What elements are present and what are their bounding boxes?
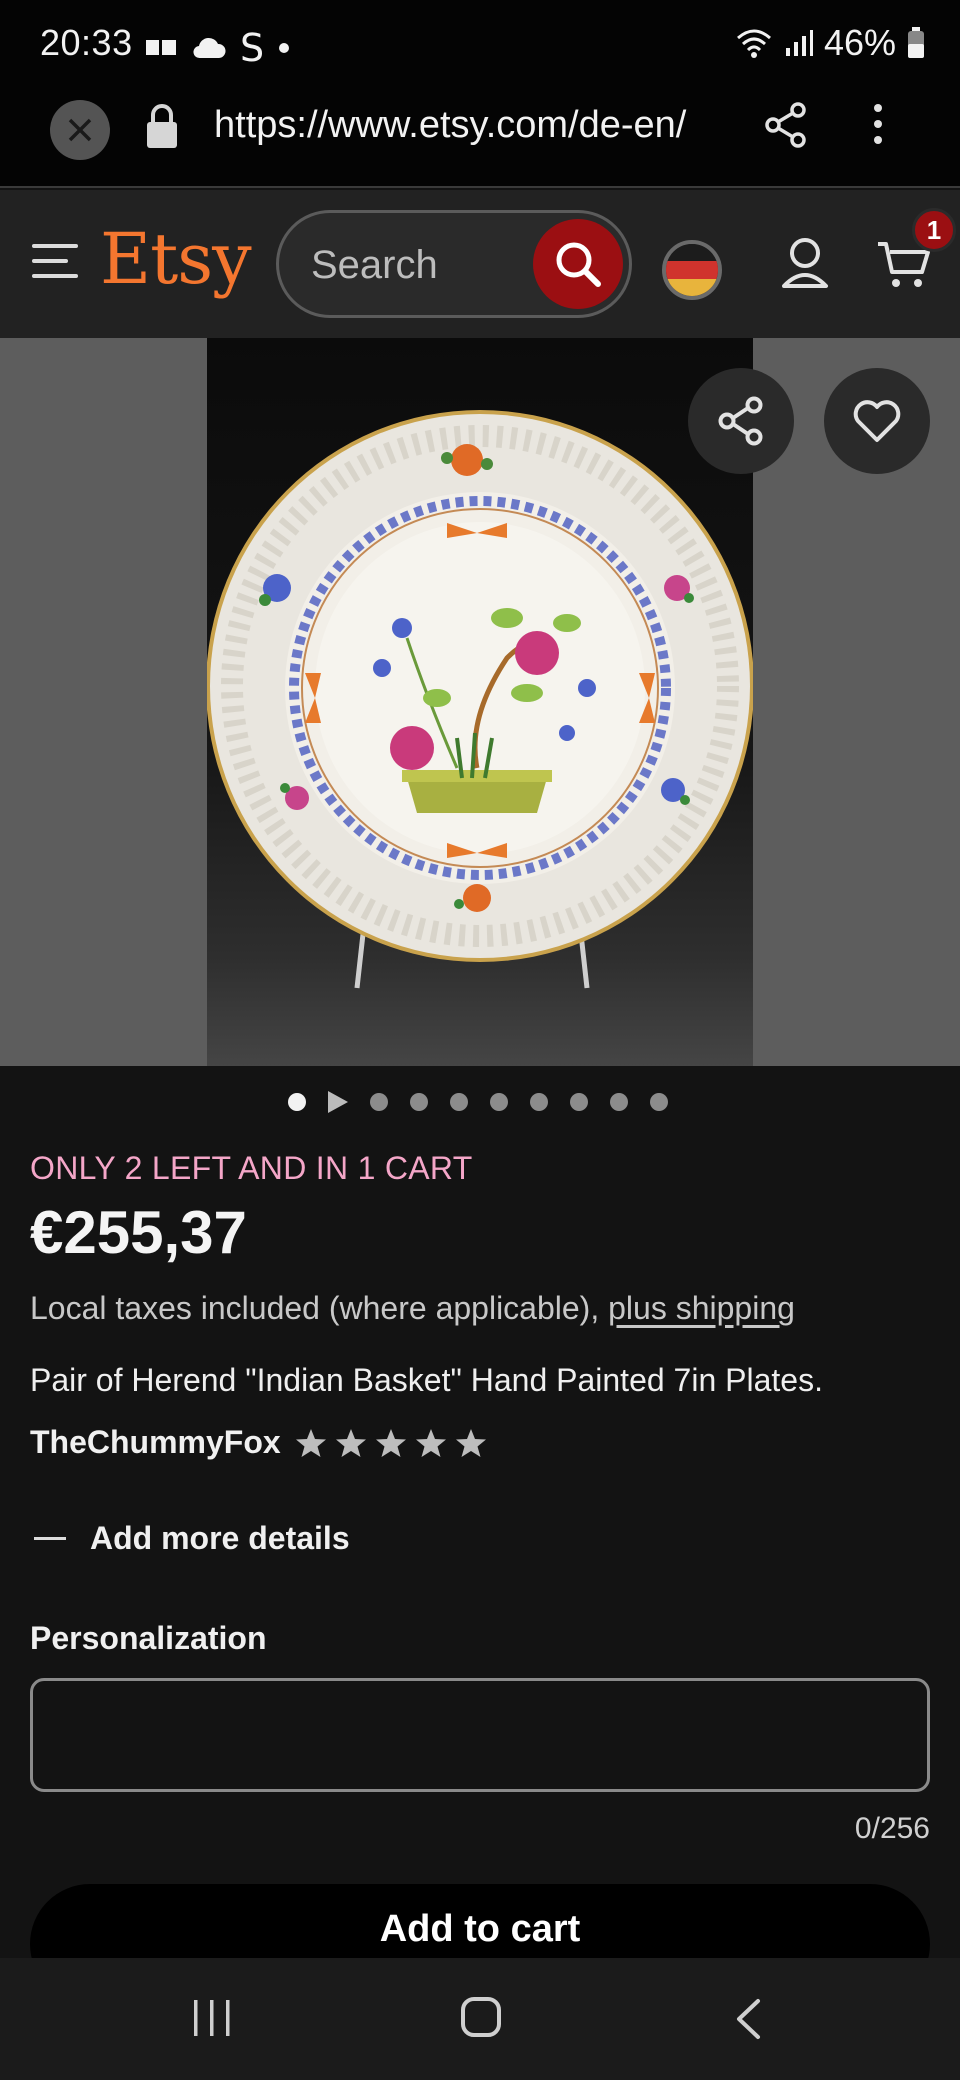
menu-icon[interactable] bbox=[32, 244, 78, 278]
s-app-icon: S bbox=[240, 26, 265, 70]
character-counter: 0/256 bbox=[854, 1812, 930, 1845]
status-time: 20:33 bbox=[40, 22, 133, 63]
home-icon[interactable] bbox=[460, 1996, 502, 2038]
star-icon bbox=[335, 1428, 366, 1457]
add-details-toggle[interactable]: Add more details bbox=[34, 1520, 350, 1557]
gallery-dot[interactable] bbox=[370, 1093, 388, 1111]
cart-count-badge: 1 bbox=[912, 208, 956, 252]
stock-notice: ONLY 2 LEFT AND IN 1 CART bbox=[30, 1150, 473, 1186]
star-icon bbox=[295, 1428, 326, 1457]
search-bar bbox=[276, 210, 632, 318]
gallery-dot[interactable] bbox=[450, 1093, 468, 1111]
tax-note: Local taxes included (where applicable),… bbox=[30, 1290, 795, 1327]
signal-icon bbox=[785, 30, 813, 56]
newspaper-icon bbox=[146, 40, 176, 55]
gallery-dot[interactable] bbox=[650, 1093, 668, 1111]
dot-icon bbox=[279, 43, 290, 53]
battery-icon bbox=[908, 27, 924, 58]
share-icon[interactable] bbox=[764, 102, 808, 148]
system-nav-bar bbox=[0, 1958, 960, 2080]
gallery-dot[interactable] bbox=[490, 1093, 508, 1111]
search-input[interactable] bbox=[311, 241, 511, 289]
star-icon bbox=[415, 1428, 446, 1457]
image-share-button[interactable] bbox=[688, 368, 794, 474]
etsy-logo[interactable]: Etsy bbox=[100, 218, 252, 300]
shipping-link[interactable]: plus shipping bbox=[608, 1290, 795, 1326]
heart-icon bbox=[853, 400, 901, 442]
minus-icon bbox=[34, 1537, 66, 1540]
close-icon bbox=[68, 118, 92, 142]
site-header: Etsy 1 bbox=[0, 190, 960, 338]
add-details-label: Add more details bbox=[90, 1520, 350, 1556]
favorite-button[interactable] bbox=[824, 368, 930, 474]
gallery-dot[interactable] bbox=[288, 1093, 306, 1111]
battery-percent: 46% bbox=[823, 22, 896, 63]
status-notification-icons: S bbox=[146, 26, 290, 70]
search-button[interactable] bbox=[533, 219, 623, 309]
plate-illustration bbox=[207, 410, 753, 989]
status-system-icons: 46% bbox=[734, 22, 926, 64]
more-vert-icon[interactable] bbox=[870, 102, 886, 148]
gallery-dot[interactable] bbox=[410, 1093, 428, 1111]
gallery-pagination bbox=[288, 1090, 690, 1114]
back-icon[interactable] bbox=[734, 1998, 762, 2040]
tax-note-text: Local taxes included (where applicable), bbox=[30, 1290, 609, 1326]
gallery-dot[interactable] bbox=[570, 1093, 588, 1111]
rating-stars bbox=[295, 1427, 487, 1459]
star-icon bbox=[375, 1428, 406, 1457]
personalization-input[interactable] bbox=[30, 1678, 930, 1792]
cloud-icon bbox=[193, 37, 226, 59]
product-title: Pair of Herend "Indian Basket" Hand Pain… bbox=[30, 1362, 823, 1398]
gallery-dot[interactable] bbox=[610, 1093, 628, 1111]
personalization-label: Personalization bbox=[30, 1620, 267, 1656]
shop-name-link[interactable]: TheChummyFox bbox=[30, 1424, 281, 1461]
browser-url-bar: https://www.etsy.com/de-en/ bbox=[0, 88, 960, 188]
star-icon bbox=[455, 1428, 486, 1457]
share-icon bbox=[718, 396, 763, 446]
product-image[interactable] bbox=[207, 338, 753, 1066]
germany-flag-icon[interactable] bbox=[662, 240, 722, 300]
user-icon[interactable] bbox=[780, 236, 830, 290]
wifi-icon bbox=[736, 29, 771, 58]
product-gallery[interactable] bbox=[0, 338, 960, 1066]
shop-row: TheChummyFox bbox=[30, 1424, 487, 1461]
status-bar: 20:33 S 46% bbox=[0, 0, 960, 88]
video-play-icon[interactable] bbox=[328, 1091, 348, 1113]
search-icon bbox=[556, 242, 601, 287]
lock-icon[interactable] bbox=[144, 102, 180, 150]
gallery-dot[interactable] bbox=[530, 1093, 548, 1111]
close-tab-button[interactable] bbox=[50, 100, 110, 160]
price: €255,37 bbox=[30, 1199, 247, 1266]
recents-icon[interactable] bbox=[192, 1998, 232, 2038]
url-field[interactable]: https://www.etsy.com/de-en/ bbox=[214, 104, 730, 147]
